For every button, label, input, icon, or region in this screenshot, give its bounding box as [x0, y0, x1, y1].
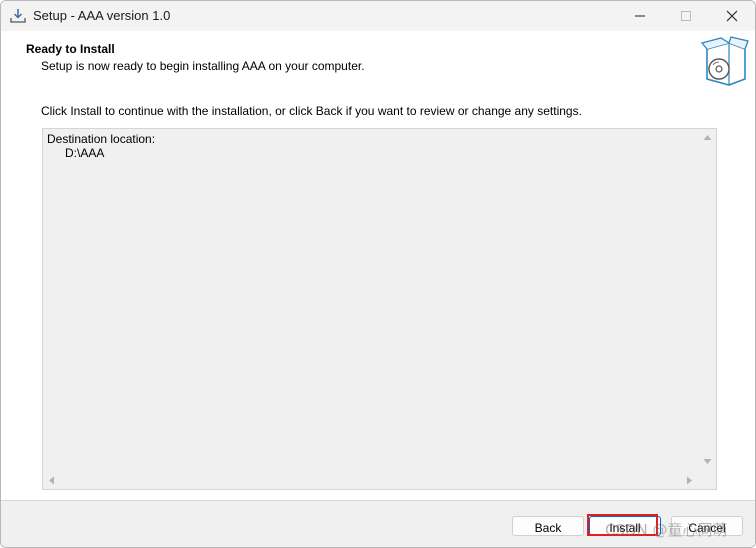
- horizontal-scrollbar[interactable]: [43, 472, 699, 489]
- title-bar: Setup - AAA version 1.0: [1, 1, 755, 31]
- watermark-text: CSDN @童心同萌: [605, 521, 728, 539]
- maximize-icon: [681, 11, 691, 21]
- back-button[interactable]: Back: [512, 516, 584, 536]
- setup-download-icon: [9, 7, 27, 25]
- close-button[interactable]: [709, 1, 755, 31]
- vertical-scrollbar[interactable]: [699, 129, 716, 471]
- minimize-button[interactable]: [617, 1, 663, 31]
- page-title: Ready to Install: [26, 42, 115, 56]
- scroll-up-icon[interactable]: [703, 134, 712, 141]
- software-box-disc-icon: [699, 35, 749, 87]
- scroll-down-icon[interactable]: [703, 458, 712, 465]
- instruction-text: Click Install to continue with the insta…: [41, 104, 582, 118]
- scroll-right-icon[interactable]: [686, 476, 693, 485]
- minimize-icon: [635, 15, 645, 17]
- window-title: Setup - AAA version 1.0: [33, 8, 171, 23]
- ready-memo[interactable]: Destination location: D:\AAA: [42, 128, 717, 490]
- close-icon: [726, 10, 738, 22]
- memo-destination-path: D:\AAA: [65, 146, 105, 160]
- maximize-button[interactable]: [663, 1, 709, 31]
- scroll-left-icon[interactable]: [48, 476, 55, 485]
- page-subtitle: Setup is now ready to begin installing A…: [41, 59, 365, 73]
- memo-content: Destination location: D:\AAA: [47, 132, 155, 160]
- setup-window: Setup - AAA version 1.0 Ready to Install…: [0, 0, 756, 548]
- wizard-header: Ready to Install Setup is now ready to b…: [1, 31, 755, 91]
- memo-destination-label: Destination location:: [47, 132, 156, 146]
